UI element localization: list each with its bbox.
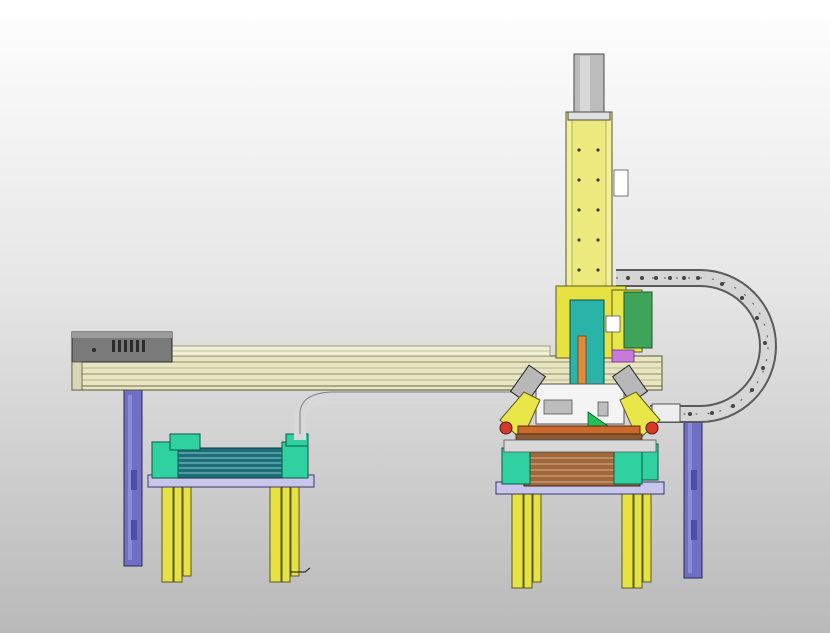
cad-viewport[interactable] <box>0 0 830 633</box>
left-gantry-support <box>123 387 143 567</box>
z-axis-vertical-column <box>555 111 653 387</box>
z-axis-servo-motor <box>567 53 611 121</box>
right-gantry-support <box>683 407 703 579</box>
left-stacking-station <box>147 433 315 583</box>
right-stacking-station <box>495 439 665 589</box>
